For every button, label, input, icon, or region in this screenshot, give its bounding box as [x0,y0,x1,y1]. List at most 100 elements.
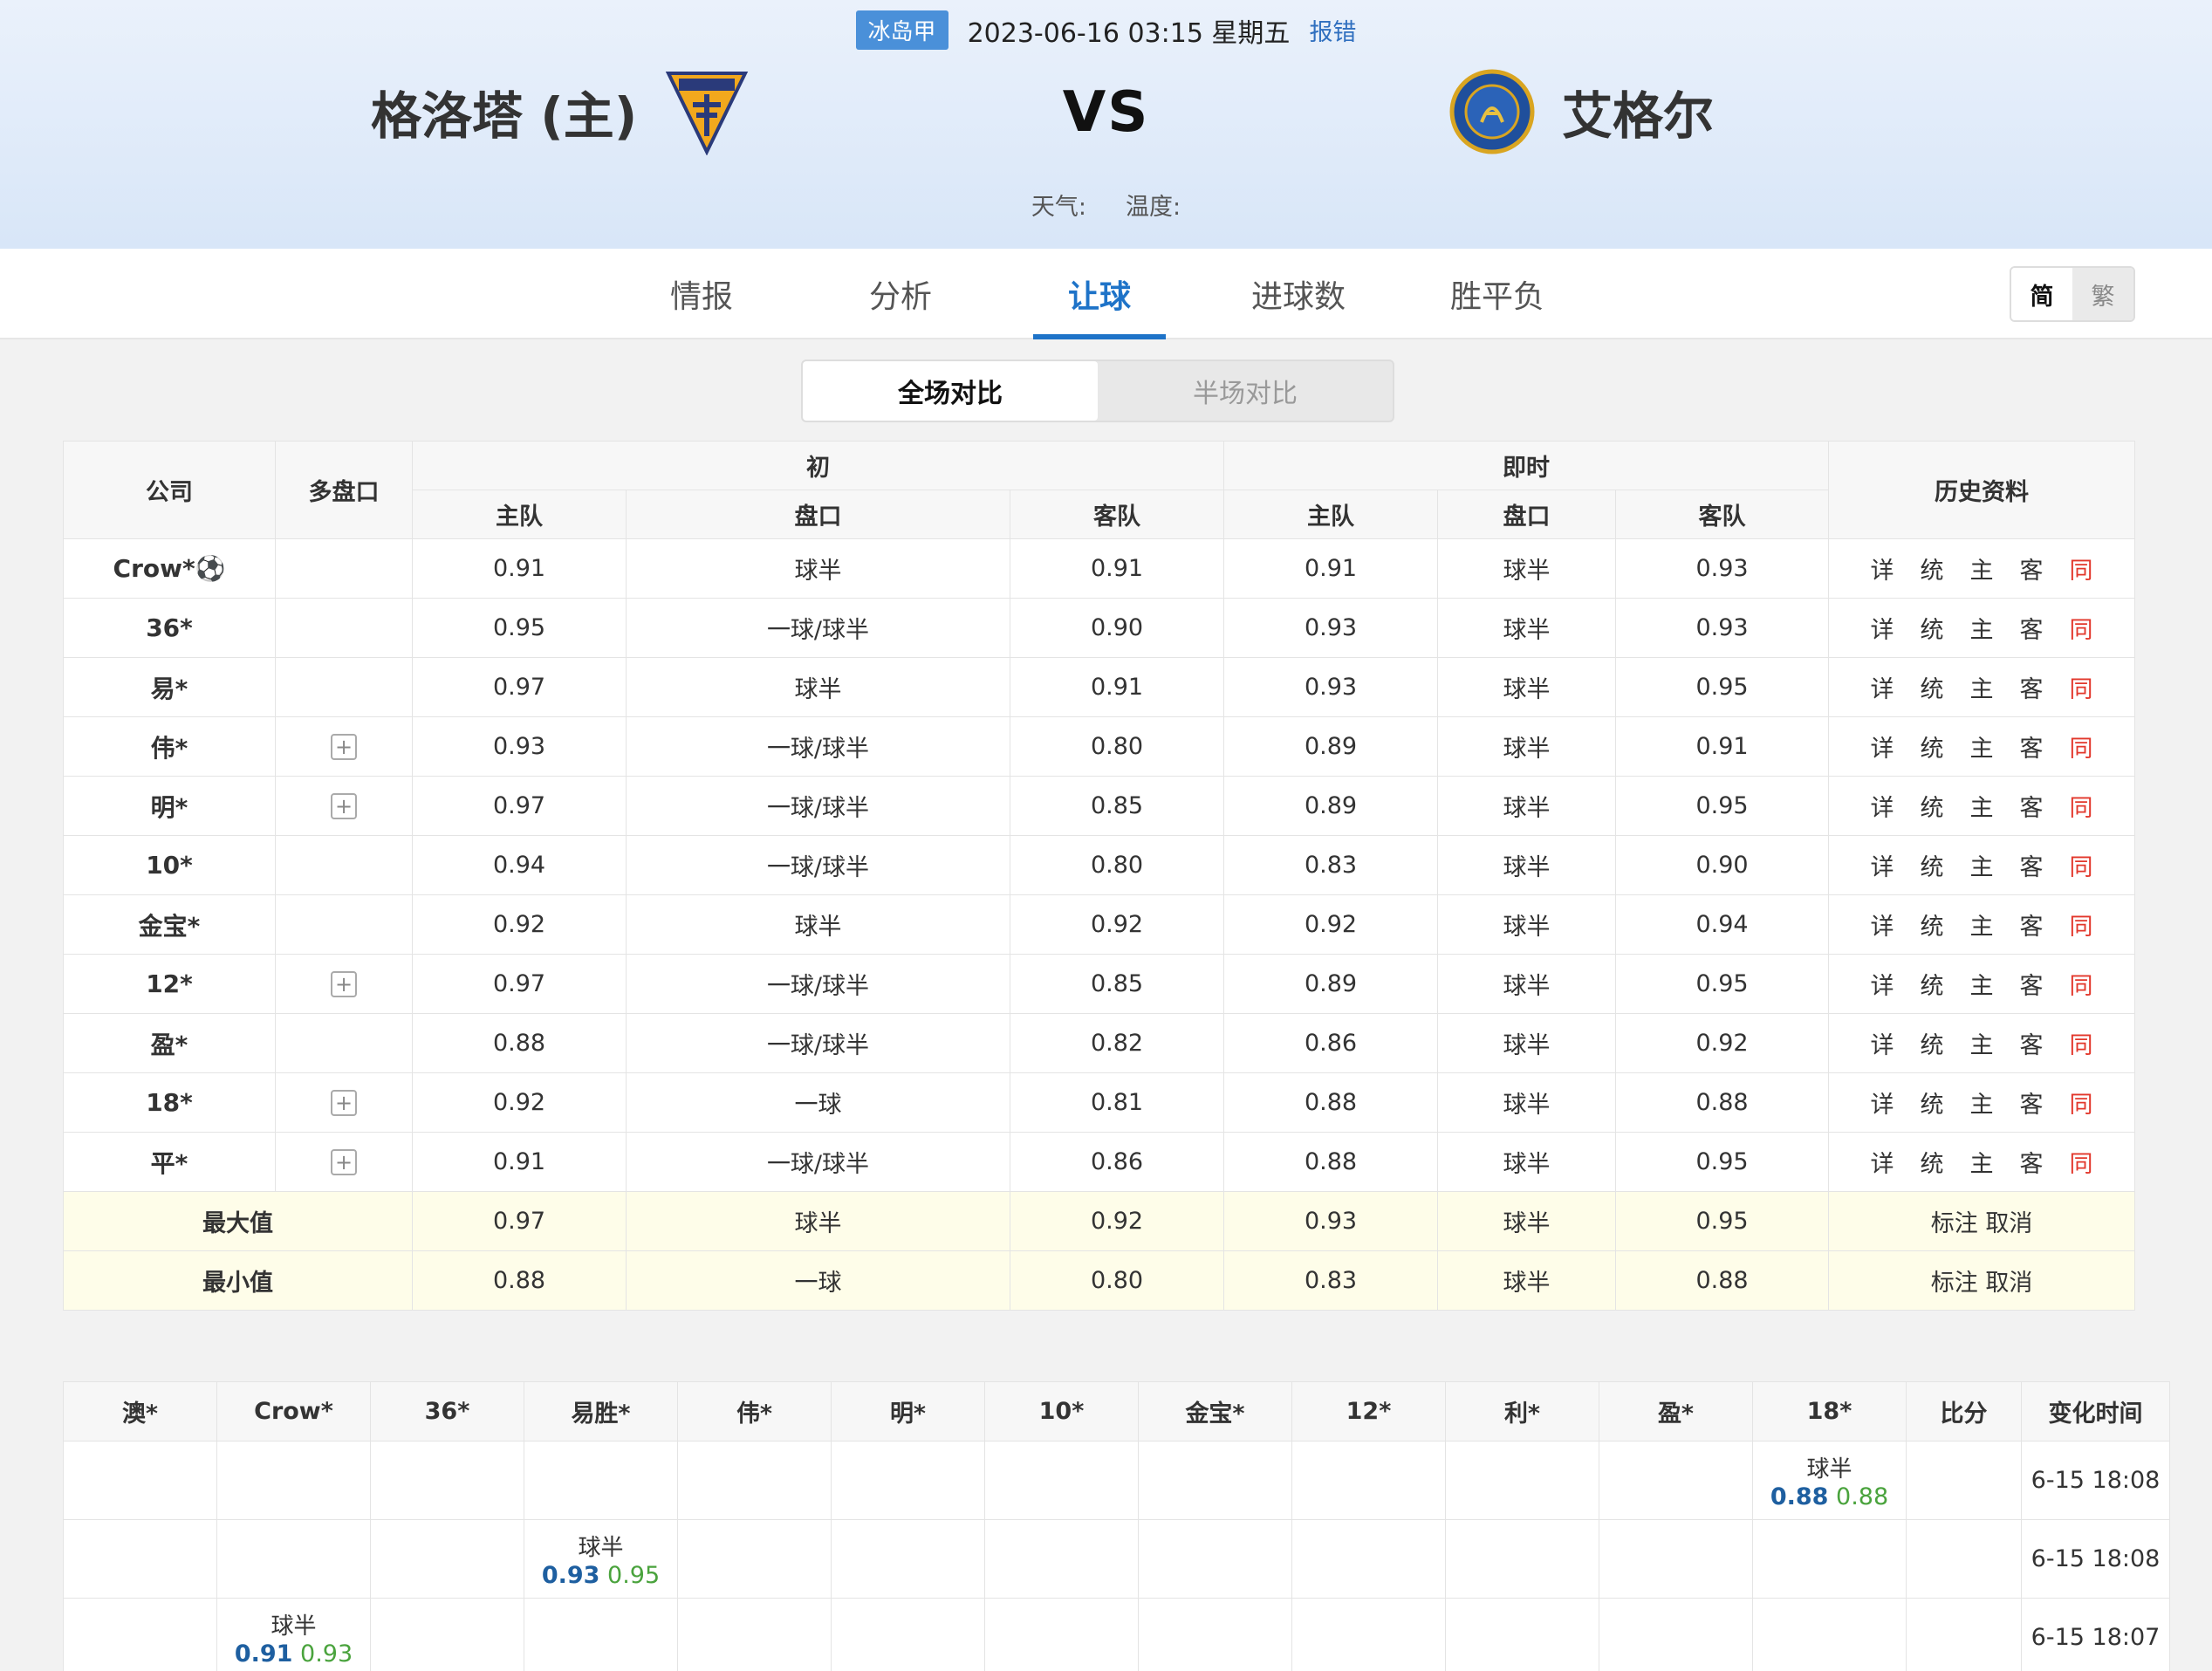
detail-link[interactable]: 详 [1871,611,1894,645]
company-name[interactable]: Crow*⚽ [63,538,276,599]
header-initial: 初 [411,441,1225,490]
same-link[interactable]: 同 [2070,1026,2093,1060]
same-link[interactable]: 同 [2070,1085,2093,1120]
company-name[interactable]: 18* [63,1072,276,1133]
tab-1x2[interactable]: 胜平负 [1398,249,1597,339]
away-link[interactable]: 客 [2020,551,2044,586]
summary-label: 最大值 [63,1191,413,1251]
change-home-odds: 0.88 [1770,1483,1829,1510]
expand-plus-icon[interactable]: + [331,971,357,997]
stats-link[interactable]: 统 [1921,611,1944,645]
stats-link[interactable]: 统 [1921,967,1944,1001]
expand-plus-icon[interactable]: + [331,793,357,819]
stats-link[interactable]: 统 [1921,551,1944,586]
home-link[interactable]: 主 [1970,1026,1994,1060]
history-ops: 详统主客同 [1829,551,2134,586]
away-link[interactable]: 客 [2020,670,2044,704]
same-link[interactable]: 同 [2070,967,2093,1001]
lang-traditional-button[interactable]: 繁 [2072,268,2133,320]
away-link[interactable]: 客 [2020,611,2044,645]
company-name[interactable]: 易* [63,657,276,717]
odds-cell-i-line: 一球/球半 [626,598,1010,658]
mark-cancel-action[interactable]: 标注 取消 [1828,1250,2136,1311]
odds-cell-i-line: 球半 [626,894,1010,955]
home-link[interactable]: 主 [1970,670,1994,704]
same-link[interactable]: 同 [2070,611,2093,645]
mark-cancel-action[interactable]: 标注 取消 [1828,1191,2136,1251]
home-link[interactable]: 主 [1970,1085,1994,1120]
home-link[interactable]: 主 [1970,1145,1994,1179]
same-link[interactable]: 同 [2070,789,2093,823]
away-link[interactable]: 客 [2020,1026,2044,1060]
detail-link[interactable]: 详 [1871,551,1894,586]
expand-plus-icon[interactable]: + [331,1090,357,1116]
same-link[interactable]: 同 [2070,729,2093,764]
same-link[interactable]: 同 [2070,670,2093,704]
company-name[interactable]: 平* [63,1132,276,1192]
home-link[interactable]: 主 [1970,789,1994,823]
detail-link[interactable]: 详 [1871,670,1894,704]
tab-analysis[interactable]: 分析 [801,249,1000,339]
same-link[interactable]: 同 [2070,1145,2093,1179]
stats-link[interactable]: 统 [1921,789,1944,823]
away-link[interactable]: 客 [2020,789,2044,823]
detail-link[interactable]: 详 [1871,789,1894,823]
tab-goals[interactable]: 进球数 [1199,249,1398,339]
tab-intel[interactable]: 情报 [602,249,801,339]
away-link[interactable]: 客 [2020,907,2044,942]
company-name[interactable]: 明* [63,776,276,836]
home-link[interactable]: 主 [1970,848,1994,882]
stats-link[interactable]: 统 [1921,729,1944,764]
stats-link[interactable]: 统 [1921,907,1944,942]
same-link[interactable]: 同 [2070,551,2093,586]
stats-link[interactable]: 统 [1921,848,1944,882]
home-link[interactable]: 主 [1970,967,1994,1001]
detail-link[interactable]: 详 [1871,967,1894,1001]
away-link[interactable]: 客 [2020,1145,2044,1179]
company-name[interactable]: 伟* [63,716,276,777]
full-match-compare-button[interactable]: 全场对比 [803,361,1098,421]
stats-link[interactable]: 统 [1921,1026,1944,1060]
away-link[interactable]: 客 [2020,729,2044,764]
lang-simplified-button[interactable]: 简 [2011,268,2072,320]
temperature-label: 温度: [1126,194,1181,221]
stats-link[interactable]: 统 [1921,670,1944,704]
stats-link[interactable]: 统 [1921,1145,1944,1179]
league-badge[interactable]: 冰岛甲 [855,10,948,50]
company-name[interactable]: 10* [63,835,276,895]
tab-handicap[interactable]: 让球 [1000,249,1199,339]
home-link[interactable]: 主 [1970,551,1994,586]
same-link[interactable]: 同 [2070,907,2093,942]
away-team[interactable]: 艾格尔 [1448,68,1714,155]
expand-plus-icon[interactable]: + [331,1149,357,1175]
change-cell [1445,1441,1599,1520]
odds-cell-i-home: 0.95 [412,598,627,658]
home-link[interactable]: 主 [1970,611,1994,645]
home-link[interactable]: 主 [1970,907,1994,942]
away-link[interactable]: 客 [2020,967,2044,1001]
detail-link[interactable]: 详 [1871,1026,1894,1060]
away-link[interactable]: 客 [2020,848,2044,882]
detail-link[interactable]: 详 [1871,907,1894,942]
company-name[interactable]: 盈* [63,1013,276,1073]
odds-cell-l-line: 球半 [1437,657,1617,717]
away-link[interactable]: 客 [2020,1085,2044,1120]
half-match-compare-button[interactable]: 半场对比 [1098,361,1393,421]
company-name[interactable]: 36* [63,598,276,658]
odds-cell-i-away: 0.80 [1009,716,1225,777]
company-name[interactable]: 12* [63,954,276,1014]
nav-tabbar: 情报 分析 让球 进球数 胜平负 简 繁 [0,249,2212,339]
detail-link[interactable]: 详 [1871,848,1894,882]
change-header-cell: 易胜* [524,1381,678,1442]
multi-line-cell [275,598,413,658]
same-link[interactable]: 同 [2070,848,2093,882]
detail-link[interactable]: 详 [1871,1145,1894,1179]
expand-plus-icon[interactable]: + [331,734,357,760]
company-name[interactable]: 金宝* [63,894,276,955]
change-away-odds: 0.88 [1836,1483,1889,1510]
stats-link[interactable]: 统 [1921,1085,1944,1120]
detail-link[interactable]: 详 [1871,729,1894,764]
detail-link[interactable]: 详 [1871,1085,1894,1120]
report-error-link[interactable]: 报错 [1309,13,1356,47]
home-link[interactable]: 主 [1970,729,1994,764]
